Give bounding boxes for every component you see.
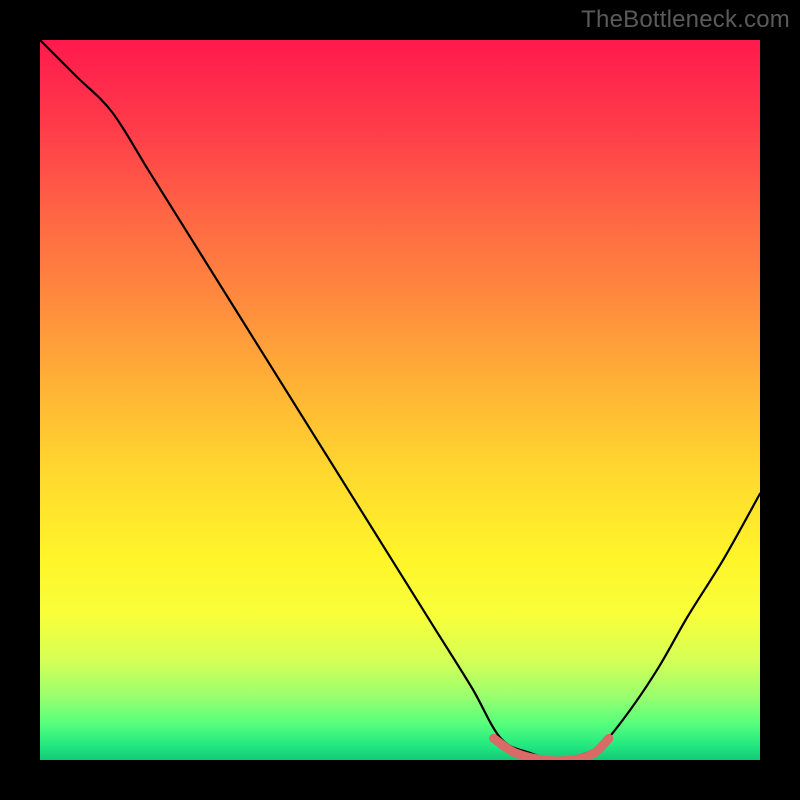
- watermark-text: TheBottleneck.com: [581, 6, 790, 34]
- valley-highlight: [494, 738, 609, 760]
- plot-area: [40, 40, 760, 760]
- curve-svg: [40, 40, 760, 760]
- chart-frame: TheBottleneck.com: [0, 0, 800, 800]
- bottleneck-curve: [40, 40, 760, 760]
